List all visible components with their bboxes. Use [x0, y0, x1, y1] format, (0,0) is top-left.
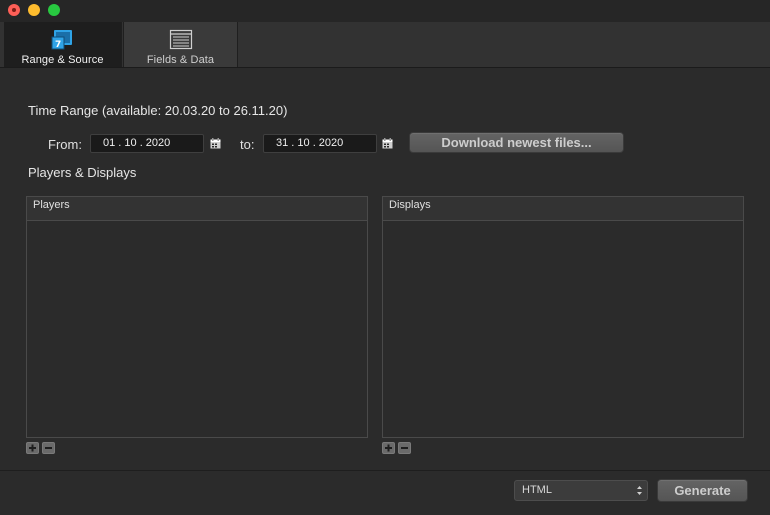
from-calendar-icon[interactable]: [210, 138, 221, 149]
range-source-icon: 7: [51, 30, 72, 50]
remove-player-button[interactable]: [42, 442, 55, 454]
toolbar: 7 Range & Source Fields & Data: [0, 22, 770, 68]
plus-icon: [29, 444, 36, 452]
output-format-value: HTML: [522, 484, 552, 496]
remove-display-button[interactable]: [398, 442, 411, 454]
select-arrows-icon: [637, 486, 642, 495]
tab-fields-data-label: Fields & Data: [146, 54, 215, 66]
time-range-title: Time Range (available: 20.03.20 to 26.11…: [28, 103, 288, 118]
svg-text:7: 7: [55, 40, 61, 50]
minus-icon: [45, 447, 52, 449]
players-list[interactable]: Players: [26, 196, 368, 438]
players-header: Players: [27, 197, 367, 221]
players-displays-title: Players & Displays: [28, 165, 137, 180]
tab-fields-data[interactable]: Fields & Data: [123, 22, 238, 67]
tab-range-source-label: Range & Source: [21, 54, 104, 66]
output-format-select[interactable]: HTML: [514, 480, 648, 501]
displays-list[interactable]: Displays: [382, 196, 744, 438]
minus-icon: [401, 447, 408, 449]
to-calendar-icon[interactable]: [382, 138, 393, 149]
footer-divider: [0, 470, 770, 471]
close-window-button[interactable]: [8, 4, 20, 16]
zoom-window-button[interactable]: [48, 4, 60, 16]
generate-button[interactable]: Generate: [657, 479, 748, 502]
displays-header: Displays: [383, 197, 743, 221]
download-newest-files-button[interactable]: Download newest files...: [409, 132, 624, 153]
from-date-field[interactable]: 01 . 10 . 2020: [90, 134, 204, 153]
plus-icon: [385, 444, 392, 452]
from-label: From:: [48, 137, 82, 152]
tab-range-source[interactable]: 7 Range & Source: [4, 22, 122, 67]
add-player-button[interactable]: [26, 442, 39, 454]
to-date-field[interactable]: 31 . 10 . 2020: [263, 134, 377, 153]
app-window: 7 Range & Source Fields & Data Time Rang…: [0, 0, 770, 515]
minimize-window-button[interactable]: [28, 4, 40, 16]
to-label: to:: [240, 137, 255, 152]
add-display-button[interactable]: [382, 442, 395, 454]
fields-data-icon: [169, 29, 192, 50]
title-bar: [0, 0, 770, 22]
